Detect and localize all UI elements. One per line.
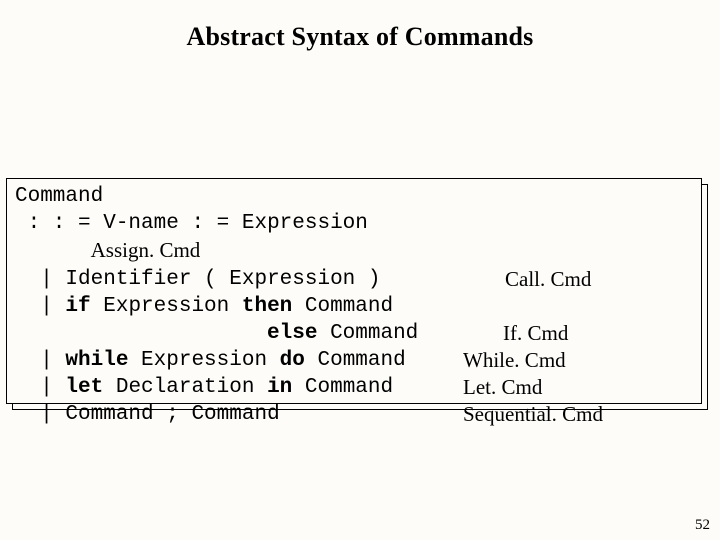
grammar-bar: |	[15, 376, 65, 399]
term-expression: Expression	[103, 295, 229, 318]
label-call: Call. Cmd	[505, 266, 591, 293]
grammar-prod-seq: | Command ; Command Sequential. Cmd	[15, 401, 693, 428]
kw-then: then	[229, 295, 305, 318]
grammar-box: Command : : = V-name : = Expression Assi…	[6, 178, 702, 404]
grammar-label-assign-row: Assign. Cmd	[15, 237, 693, 266]
op-semicolon: ;	[154, 403, 192, 426]
kw-do: do	[267, 349, 317, 372]
kw-else: else	[267, 322, 330, 345]
term-command: Command	[191, 403, 279, 426]
term-command: Command	[305, 295, 393, 318]
label-let: Let. Cmd	[463, 374, 542, 401]
label-while: While. Cmd	[463, 347, 566, 374]
else-pad	[15, 322, 267, 345]
term-expression: Expression	[242, 212, 368, 235]
grammar-prod-if: | if Expression then Command	[15, 293, 693, 320]
term-declaration: Declaration	[116, 376, 255, 399]
kw-if: if	[65, 295, 103, 318]
term-identifier: Identifier	[65, 268, 191, 291]
term-command: Command	[318, 349, 406, 372]
grammar-bar: |	[15, 403, 65, 426]
label-seq: Sequential. Cmd	[463, 401, 603, 428]
grammar-bar: |	[15, 349, 65, 372]
term-expression: Expression	[229, 268, 355, 291]
term-expression: Expression	[141, 349, 267, 372]
grammar-head: Command	[15, 183, 693, 210]
paren-close: )	[355, 268, 380, 291]
label-if: If. Cmd	[503, 320, 568, 347]
term-command: Command	[330, 322, 418, 345]
term-command: Command	[305, 376, 393, 399]
page-number: 52	[695, 517, 710, 534]
slide: Abstract Syntax of Commands Command : : …	[0, 0, 720, 540]
grammar-prod-while: | while Expression do Command While. Cmd	[15, 347, 693, 374]
op-assign: : =	[179, 212, 242, 235]
paren-open: (	[191, 268, 229, 291]
grammar-bar: |	[15, 295, 65, 318]
label-assign: Assign. Cmd	[91, 238, 201, 262]
grammar-prod-call: | Identifier ( Expression ) Call. Cmd	[15, 266, 693, 293]
kw-in: in	[254, 376, 304, 399]
grammar-prod-else: else Command If. Cmd	[15, 320, 693, 347]
grammar-op: : : =	[15, 212, 103, 235]
kw-while: while	[65, 349, 141, 372]
term-vname: V-name	[103, 212, 179, 235]
term-command: Command	[65, 403, 153, 426]
indent	[15, 241, 91, 264]
grammar-prod-assign: : : = V-name : = Expression	[15, 210, 693, 237]
slide-title: Abstract Syntax of Commands	[0, 0, 720, 52]
kw-let: let	[65, 376, 115, 399]
grammar-prod-let: | let Declaration in Command Let. Cmd	[15, 374, 693, 401]
grammar-bar: |	[15, 268, 65, 291]
